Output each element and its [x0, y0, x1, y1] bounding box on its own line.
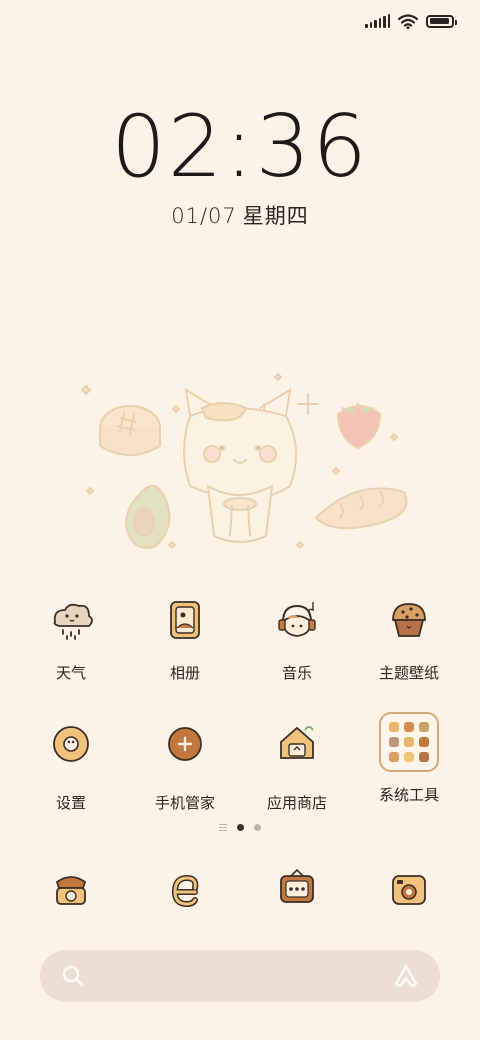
lockscreen-clock[interactable]: 02:36 — [0, 104, 480, 190]
battery-icon — [426, 14, 457, 28]
wifi-icon — [398, 13, 418, 29]
muffin-icon — [392, 603, 426, 637]
shop-house-icon — [280, 726, 314, 759]
date-text: 01/07 — [171, 204, 237, 228]
battery-level — [429, 18, 449, 24]
message-board-icon — [280, 868, 314, 903]
app-tools-folder[interactable]: 系统工具 — [354, 712, 464, 805]
wallpaper-illustration — [80, 372, 408, 550]
status-bar — [365, 12, 457, 30]
e-browser-icon — [171, 874, 199, 908]
home-screen: 02:36 01/07 星期四 天气 相册 音乐 主题壁纸 设置 手机管家 应用… — [0, 0, 480, 1040]
folder-icon — [379, 712, 439, 772]
app-label: 系统工具 — [378, 786, 439, 804]
assistant-a-icon[interactable] — [392, 963, 420, 989]
lockscreen-date[interactable]: 01/07 星期四 — [0, 200, 480, 230]
donut-gear-icon — [53, 726, 89, 762]
dock-phone[interactable] — [16, 862, 126, 918]
signal-icon — [365, 14, 390, 28]
app-label: 主题壁纸 — [378, 664, 439, 682]
app-label: 天气 — [55, 664, 86, 682]
camera-icon — [392, 875, 426, 905]
app-security[interactable]: 手机管家 — [130, 712, 240, 813]
telephone-icon — [55, 876, 87, 905]
app-weather[interactable]: 天气 — [16, 594, 126, 683]
app-label: 相册 — [169, 664, 200, 682]
minus-one-screen-icon[interactable] — [219, 824, 227, 831]
app-label: 音乐 — [281, 664, 312, 682]
dock-camera[interactable] — [354, 862, 464, 918]
app-gallery[interactable]: 相册 — [130, 594, 240, 683]
photo-frame-icon — [170, 601, 200, 639]
cat-headphones-icon — [278, 602, 316, 637]
cookie-plus-icon — [168, 727, 202, 761]
page-dot-1[interactable] — [237, 824, 244, 831]
dock-browser[interactable] — [130, 862, 240, 918]
app-label: 手机管家 — [154, 794, 215, 812]
app-label: 应用商店 — [266, 794, 327, 812]
global-search-bar[interactable] — [40, 950, 440, 1002]
app-settings[interactable]: 设置 — [16, 712, 126, 813]
weather-cloud-icon — [53, 603, 93, 640]
app-themes[interactable]: 主题壁纸 — [354, 594, 464, 683]
app-label: 设置 — [55, 794, 86, 812]
app-store[interactable]: 应用商店 — [242, 712, 352, 813]
dock-messages[interactable] — [242, 862, 352, 918]
weekday-text: 星期四 — [242, 204, 309, 228]
search-icon[interactable] — [60, 963, 86, 989]
page-indicator[interactable] — [0, 824, 480, 831]
page-dot-2[interactable] — [254, 824, 261, 831]
app-music[interactable]: 音乐 — [242, 594, 352, 683]
